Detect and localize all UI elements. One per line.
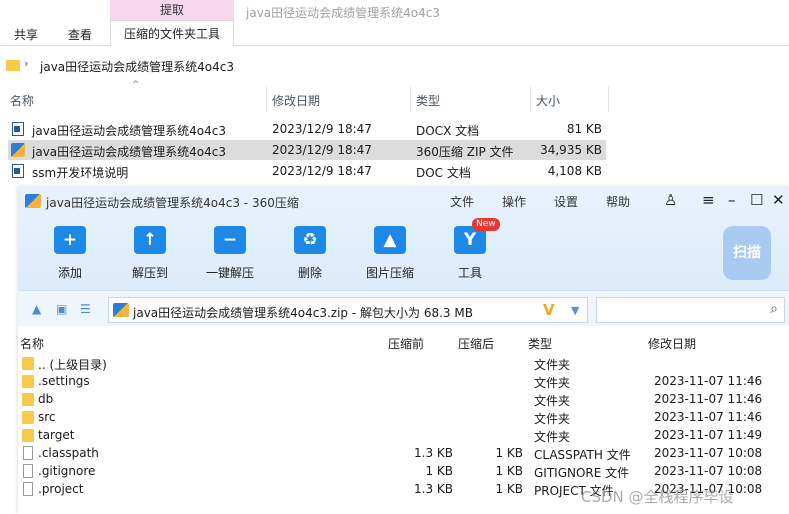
app-logo-icon bbox=[25, 194, 41, 208]
list-item[interactable]: .. (上级目录) 文件夹 bbox=[18, 354, 789, 372]
file-date: 2023/12/9 18:47 bbox=[272, 164, 372, 178]
column-date[interactable]: 修改日期 bbox=[272, 92, 320, 109]
menu-operate[interactable]: 操作 bbox=[502, 193, 526, 210]
zip-archive-icon bbox=[113, 303, 129, 317]
column-before[interactable]: 压缩前 bbox=[388, 335, 424, 352]
file-name: ssm开发环境说明 bbox=[32, 166, 129, 180]
folder-icon bbox=[22, 375, 34, 388]
chevron-down-icon[interactable]: ▼ bbox=[571, 304, 579, 317]
watermark-text: CSDN @全栈程序毕设 bbox=[581, 488, 734, 506]
file-type: 360压缩 ZIP 文件 bbox=[416, 145, 514, 159]
list-item[interactable]: target 文件夹 2023-11-07 11:49 bbox=[18, 426, 789, 444]
list-item[interactable]: .settings 文件夹 2023-11-07 11:46 bbox=[18, 372, 789, 390]
column-name[interactable]: 名称 bbox=[20, 335, 44, 352]
zip-list-header: 名称 压缩前 压缩后 类型 修改日期 bbox=[18, 332, 789, 352]
column-type[interactable]: 类型 bbox=[528, 335, 552, 352]
file-name: java田径运动会成绩管理系统4o4c3 bbox=[32, 145, 226, 159]
skin-shirt-icon[interactable]: ♙ bbox=[664, 191, 677, 209]
extract-icon: ↑ bbox=[134, 226, 166, 254]
image-compress-icon: ▲ bbox=[374, 226, 406, 254]
column-name[interactable]: 名称 bbox=[10, 92, 34, 109]
add-icon: + bbox=[54, 226, 86, 254]
list-item[interactable]: .classpath 1.3 KB 1 KB CLASSPATH 文件 2023… bbox=[18, 444, 789, 462]
file-icon bbox=[23, 464, 33, 478]
file-icon bbox=[23, 482, 33, 496]
menu-help[interactable]: 帮助 bbox=[606, 193, 630, 210]
tab-share[interactable]: 共享 bbox=[14, 26, 38, 43]
file-date: 2023/12/9 18:47 bbox=[272, 122, 372, 136]
zip-address-bar: ▲ ▣ ☰ java田径运动会成绩管理系统4o4c3.zip - 解包大小为 6… bbox=[18, 290, 789, 326]
up-arrow-icon[interactable]: ▲ bbox=[32, 303, 46, 315]
folder-icon bbox=[22, 393, 34, 406]
file-row-selected[interactable]: java田径运动会成绩管理系统4o4c3 2023/12/9 18:47 360… bbox=[8, 140, 606, 160]
image-compress-button[interactable]: ▲ 图片压缩 bbox=[355, 226, 425, 281]
file-type: DOC 文档 bbox=[416, 166, 471, 180]
file-name: java田径运动会成绩管理系统4o4c3 bbox=[32, 124, 226, 138]
folder-icon bbox=[22, 429, 34, 442]
file-type: DOCX 文档 bbox=[416, 124, 480, 138]
recycle-bin-icon: ♻ bbox=[294, 226, 326, 254]
zip-path-box[interactable]: java田径运动会成绩管理系统4o4c3.zip - 解包大小为 68.3 MB… bbox=[108, 297, 588, 323]
chevron-right-icon[interactable]: › bbox=[24, 57, 28, 70]
tab-view[interactable]: 查看 bbox=[68, 26, 92, 43]
column-after[interactable]: 压缩后 bbox=[458, 335, 494, 352]
ribbon-context-tab[interactable]: 提取 bbox=[110, 0, 234, 20]
file-size: 81 KB bbox=[566, 122, 602, 136]
column-size[interactable]: 大小 bbox=[536, 92, 560, 109]
list-item[interactable]: src 文件夹 2023-11-07 11:46 bbox=[18, 408, 789, 426]
address-bar[interactable]: › java田径运动会成绩管理系统4o4c3 bbox=[0, 52, 789, 78]
search-icon[interactable]: ⌕ bbox=[770, 301, 778, 317]
close-icon[interactable]: ✕ bbox=[772, 191, 785, 209]
extract-to-button[interactable]: ↑ 解压到 bbox=[115, 226, 185, 281]
menu-file[interactable]: 文件 bbox=[450, 193, 474, 210]
address-path[interactable]: java田径运动会成绩管理系统4o4c3 bbox=[40, 58, 234, 75]
file-size: 34,935 KB bbox=[540, 143, 602, 157]
list-view-icon[interactable]: ☰ bbox=[80, 303, 94, 315]
zip-path-text: java田径运动会成绩管理系统4o4c3.zip - 解包大小为 68.3 MB bbox=[133, 306, 473, 320]
column-date[interactable]: 修改日期 bbox=[648, 335, 696, 352]
tools-button[interactable]: Y 工具 bbox=[435, 226, 505, 281]
folder-icon bbox=[22, 357, 34, 370]
ribbon-tabs: 共享 查看 压缩的文件夹工具 bbox=[0, 20, 789, 46]
file-icon bbox=[23, 446, 33, 460]
maximize-icon[interactable]: ☐ bbox=[750, 191, 763, 209]
folder-icon bbox=[6, 60, 20, 71]
tab-compressed-folder-tools[interactable]: 压缩的文件夹工具 bbox=[110, 20, 234, 46]
delete-button[interactable]: ♻ 删除 bbox=[275, 226, 345, 281]
verified-v-icon[interactable]: V bbox=[543, 301, 555, 319]
word-doc-icon bbox=[12, 164, 24, 178]
list-item[interactable]: .gitignore 1 KB 1 KB GITIGNORE 文件 2023-1… bbox=[18, 462, 789, 480]
one-click-extract-button[interactable]: − 一键解压 bbox=[195, 226, 265, 281]
word-doc-icon bbox=[12, 122, 24, 136]
folder-icon bbox=[22, 411, 34, 424]
window-title: java田径运动会成绩管理系统4o4c3 bbox=[246, 6, 440, 20]
file-date: 2023/12/9 18:47 bbox=[272, 143, 372, 157]
file-row[interactable]: java田径运动会成绩管理系统4o4c3 2023/12/9 18:47 DOC… bbox=[8, 119, 606, 139]
zip-window-title: java田径运动会成绩管理系统4o4c3 - 360压缩 bbox=[46, 196, 299, 210]
thumbnail-view-icon[interactable]: ▣ bbox=[56, 303, 70, 315]
menu-lines-icon[interactable]: ≡ bbox=[702, 191, 715, 209]
file-row[interactable]: ssm开发环境说明 2023/12/9 18:47 DOC 文档 4,108 K… bbox=[8, 161, 606, 181]
file-list-header: 名称 修改日期 类型 大小 bbox=[0, 86, 610, 112]
search-input[interactable]: ⌕ bbox=[596, 297, 785, 323]
zip-archive-icon bbox=[11, 143, 25, 157]
minimize-icon[interactable]: – bbox=[728, 191, 736, 209]
add-button[interactable]: + 添加 bbox=[35, 226, 105, 281]
zip-toolbar-area: java田径运动会成绩管理系统4o4c3 - 360压缩 文件 操作 设置 帮助… bbox=[18, 186, 789, 290]
zip-window: java田径运动会成绩管理系统4o4c3 - 360压缩 文件 操作 设置 帮助… bbox=[18, 186, 789, 514]
list-item[interactable]: db 文件夹 2023-11-07 11:46 bbox=[18, 390, 789, 408]
menu-settings[interactable]: 设置 bbox=[554, 193, 578, 210]
column-type[interactable]: 类型 bbox=[416, 92, 440, 109]
scan-button[interactable]: 扫描 bbox=[723, 226, 771, 280]
file-size: 4,108 KB bbox=[547, 164, 602, 178]
new-badge: New bbox=[472, 218, 500, 231]
one-click-extract-icon: − bbox=[214, 226, 246, 254]
